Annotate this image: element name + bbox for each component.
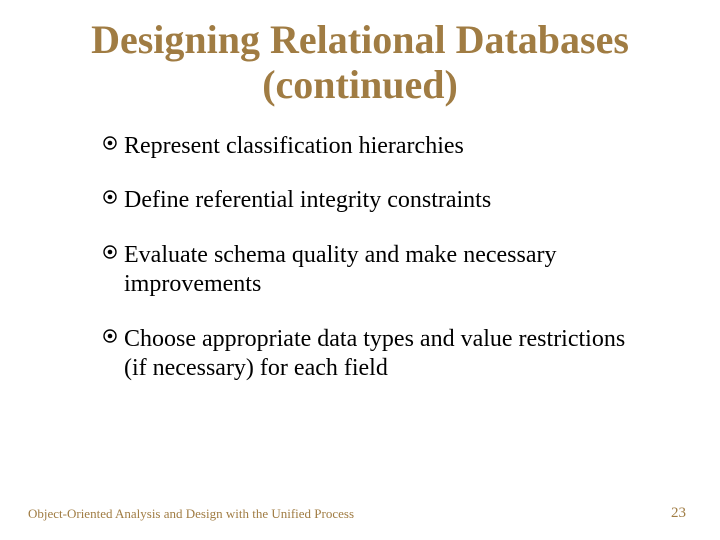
- slide-title-line-2: (continued): [0, 63, 720, 108]
- list-item: Represent classification hierarchies: [100, 132, 640, 161]
- page-number: 23: [671, 505, 686, 522]
- bullet-icon: [100, 241, 120, 259]
- bullet-icon: [100, 186, 120, 204]
- list-item-text: Represent classification hierarchies: [124, 132, 640, 161]
- list-item-text: Choose appropriate data types and value …: [124, 325, 640, 383]
- slide-title: Designing Relational Databases (continue…: [0, 0, 720, 108]
- list-item-text: Define referential integrity constraints: [124, 186, 640, 215]
- slide-body: Represent classification hierarchies Def…: [0, 108, 720, 383]
- bullet-icon: [100, 325, 120, 343]
- list-item: Define referential integrity constraints: [100, 186, 640, 215]
- list-item: Choose appropriate data types and value …: [100, 325, 640, 383]
- footer-left-text: Object-Oriented Analysis and Design with…: [28, 506, 354, 522]
- bullet-icon: [100, 132, 120, 150]
- list-item: Evaluate schema quality and make necessa…: [100, 241, 640, 299]
- slide-title-line-1: Designing Relational Databases: [0, 18, 720, 63]
- list-item-text: Evaluate schema quality and make necessa…: [124, 241, 640, 299]
- slide: Designing Relational Databases (continue…: [0, 0, 720, 540]
